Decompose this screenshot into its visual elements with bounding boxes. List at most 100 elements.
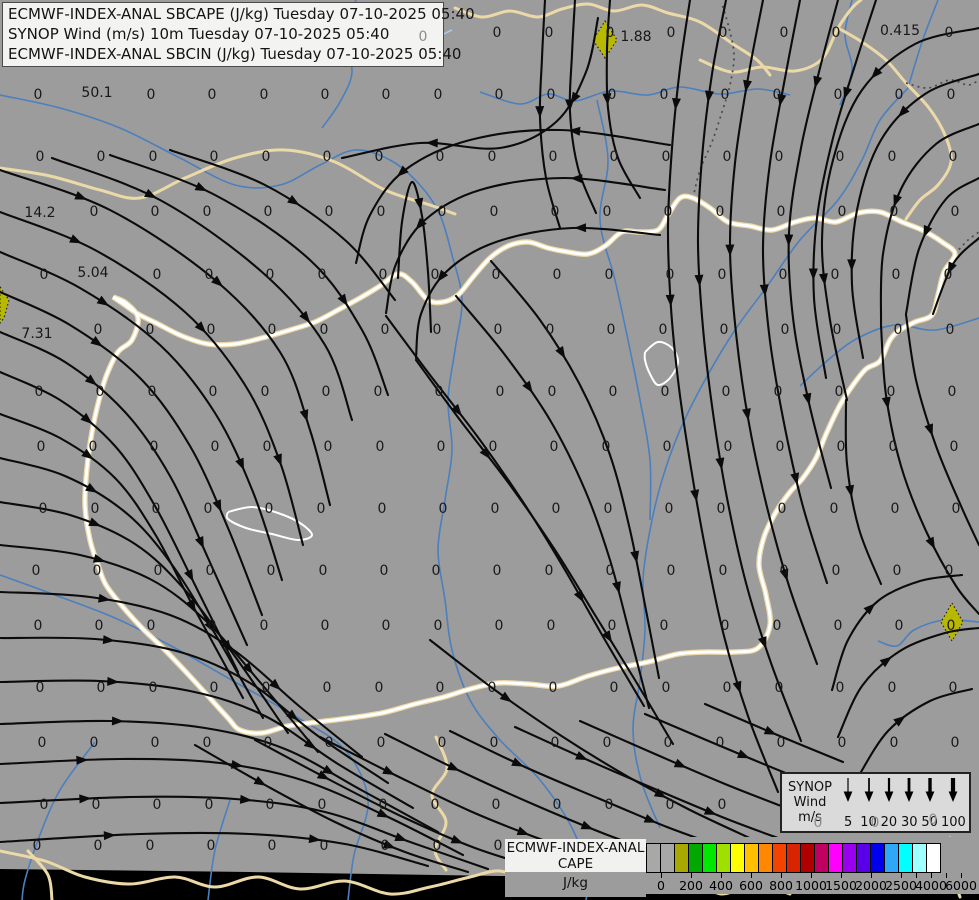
station-value: 0 — [666, 267, 675, 283]
station-value: 0 — [545, 563, 554, 579]
station-value: 0 — [379, 797, 388, 813]
station-value: 0 — [838, 204, 847, 220]
station-value: 0 — [609, 384, 618, 400]
station-value: 0 — [94, 838, 103, 854]
station-value: 0 — [147, 618, 156, 634]
station-value: 0 — [379, 267, 388, 283]
station-value: 0 — [491, 501, 500, 517]
station-value: 0 — [90, 204, 99, 220]
station-value: 0 — [438, 204, 447, 220]
cape-tick-label: 400 — [709, 878, 733, 893]
station-value: 0 — [773, 618, 782, 634]
wind-scale-value: 5 — [844, 816, 852, 830]
station-value: 0 — [90, 735, 99, 751]
station-value: 0 — [552, 501, 561, 517]
station-value: 0 — [38, 735, 47, 751]
station-value: 0 — [35, 384, 44, 400]
station-value: 0 — [325, 735, 334, 751]
station-value: 0 — [435, 384, 444, 400]
station-value: 0 — [776, 439, 785, 455]
station-value: 0 — [380, 563, 389, 579]
cape-color-cell — [912, 843, 927, 873]
station-value: 0 — [947, 618, 956, 634]
cape-color-cell — [786, 843, 801, 873]
station-value: 0 — [665, 501, 674, 517]
station-value: 0 — [147, 87, 156, 103]
station-value: 0 — [265, 501, 274, 517]
station-value: 0 — [434, 87, 443, 103]
cape-tick-label: 2500 — [885, 878, 917, 893]
wind-scale-item: 30 — [900, 776, 918, 830]
station-value: 0 — [381, 838, 390, 854]
station-value: 0 — [146, 838, 155, 854]
cape-color-cell — [842, 843, 857, 873]
station-value: 0 — [322, 384, 331, 400]
cape-color-cell — [800, 843, 815, 873]
station-value: 0 — [496, 384, 505, 400]
station-value: 0 — [722, 384, 731, 400]
station-value: 0 — [264, 735, 273, 751]
station-value: 0 — [207, 322, 216, 338]
wind-scale-value: 20 — [881, 816, 898, 830]
station-value: 0 — [260, 87, 269, 103]
station-value: 0 — [553, 797, 562, 813]
station-value: 0 — [268, 838, 277, 854]
wind-arrow-scale: 5 10 20 30 50 100 — [838, 774, 969, 831]
station-value: 0 — [831, 267, 840, 283]
station-value: 0 — [547, 87, 556, 103]
station-value: 0 — [603, 735, 612, 751]
station-value: 0 — [721, 87, 730, 103]
station-value: 0 — [549, 680, 558, 696]
station-value: 0 — [716, 204, 725, 220]
station-value: 0 — [321, 618, 330, 634]
cape-tick-label: 600 — [739, 878, 763, 893]
station-value: 0 — [34, 618, 43, 634]
station-value: 0 — [318, 797, 327, 813]
cape-color-cell — [702, 843, 717, 873]
station-value: 0 — [664, 204, 673, 220]
station-value: 0 — [838, 735, 847, 751]
station-value: 0 — [892, 267, 901, 283]
station-value: 0 — [948, 384, 957, 400]
station-value: 0 — [834, 87, 843, 103]
station-value: 0 — [608, 618, 617, 634]
station-value: 0 — [153, 797, 162, 813]
station-value-special: 14.2 — [24, 205, 55, 221]
station-value: 0 — [602, 439, 611, 455]
cape-tick-label: 800 — [769, 878, 793, 893]
station-value: 0 — [603, 204, 612, 220]
station-value: 0 — [149, 680, 158, 696]
station-value: 0 — [488, 149, 497, 165]
station-value: 0 — [891, 501, 900, 517]
station-value: 0 — [96, 384, 105, 400]
station-value: 0 — [777, 204, 786, 220]
weather-map-page: 0 0 0 0 0 0 0 0 0 0 0 0 0 0 0 0 0 0 0 0 0 0 0 0 0 0 0 0 0 0 0 0 0 0 0 0 0 0 0 0… — [0, 0, 979, 900]
station-value: 0 — [377, 204, 386, 220]
station-value: 0 — [324, 439, 333, 455]
station-value-special: 7.31 — [21, 326, 52, 342]
station-value: 0 — [381, 322, 390, 338]
cape-legend-unit: J/kg — [563, 875, 588, 891]
station-value: 0 — [780, 25, 789, 41]
station-value: 0 — [378, 501, 387, 517]
station-value: 0 — [553, 267, 562, 283]
station-value-gray: 0 — [419, 29, 428, 45]
station-value: 0 — [890, 204, 899, 220]
down-arrow-icon — [860, 776, 878, 803]
station-value: 0 — [321, 87, 330, 103]
station-value: 0 — [94, 322, 103, 338]
station-value: 0 — [660, 87, 669, 103]
station-value: 0 — [377, 735, 386, 751]
cape-color-cell — [758, 843, 773, 873]
cape-color-cell — [772, 843, 787, 873]
station-value: 0 — [604, 501, 613, 517]
station-value: 0 — [203, 735, 212, 751]
station-value: 0 — [375, 149, 384, 165]
station-value: 0 — [262, 680, 271, 696]
down-arrow-icon — [880, 776, 898, 803]
cape-color-cell — [730, 843, 745, 873]
station-value: 0 — [837, 439, 846, 455]
station-value: 0 — [151, 735, 160, 751]
cape-color-legend: ECMWF-INDEX-ANAL CAPE J/kg 0200400600800… — [505, 837, 979, 897]
cape-tick-label: 1000 — [795, 878, 827, 893]
